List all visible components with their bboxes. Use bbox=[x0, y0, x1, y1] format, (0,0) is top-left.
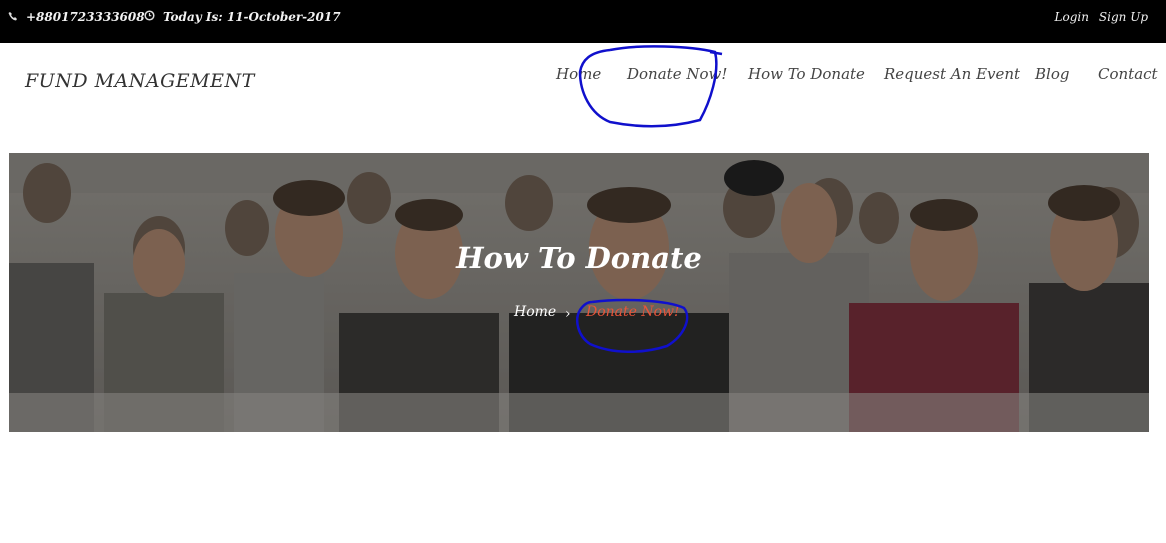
nav-blog[interactable]: Blog bbox=[1035, 65, 1069, 83]
date-info: Today Is: 11-October-2017 bbox=[144, 10, 341, 24]
chevron-right-icon: › bbox=[565, 306, 571, 322]
nav-how-to-donate[interactable]: How To Donate bbox=[748, 65, 865, 83]
top-bar: +8801723333608 Today Is: 11-October-2017… bbox=[0, 0, 1166, 43]
hero-overlay bbox=[9, 153, 1149, 432]
annotation-circle-nav bbox=[578, 45, 723, 128]
login-link[interactable]: Login bbox=[1055, 10, 1089, 24]
breadcrumb-home[interactable]: Home bbox=[514, 304, 556, 320]
nav-donate-now[interactable]: Donate Now! bbox=[627, 65, 727, 83]
breadcrumb-current[interactable]: Donate Now! bbox=[586, 304, 680, 320]
nav-contact[interactable]: Contact bbox=[1098, 65, 1158, 83]
page-title: How To Donate bbox=[456, 241, 702, 275]
nav-home[interactable]: Home bbox=[556, 65, 601, 83]
phone-number: +8801723333608 bbox=[26, 10, 145, 24]
clock-icon bbox=[144, 10, 155, 24]
nav-request-event[interactable]: Request An Event bbox=[884, 65, 1020, 83]
hero-banner: How To Donate Home › Donate Now! bbox=[9, 153, 1149, 432]
main-nav: Home Donate Now! How To Donate Request A… bbox=[0, 65, 1166, 85]
phone-info: +8801723333608 bbox=[8, 10, 145, 24]
sign-up-link[interactable]: Sign Up bbox=[1099, 10, 1148, 24]
breadcrumb: Home › Donate Now! bbox=[9, 304, 1149, 324]
today-date: Today Is: 11-October-2017 bbox=[163, 10, 341, 24]
phone-icon bbox=[8, 10, 18, 24]
